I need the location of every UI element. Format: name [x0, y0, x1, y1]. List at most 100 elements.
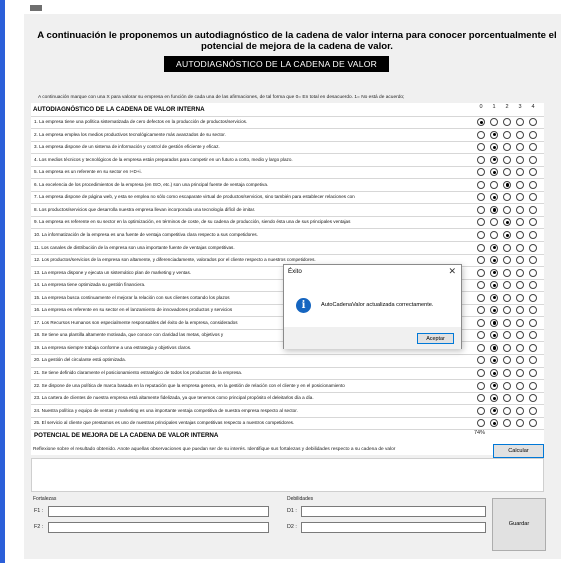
rating-radio-0[interactable] — [477, 343, 485, 352]
rating-radio-1[interactable] — [490, 155, 498, 164]
rating-radio-0[interactable] — [477, 318, 485, 327]
rating-radio-0[interactable] — [477, 268, 485, 277]
row-divider — [31, 228, 544, 230]
row-divider — [31, 178, 544, 180]
rating-radio-0[interactable] — [477, 406, 485, 415]
rating-radio-2[interactable] — [503, 369, 511, 377]
rating-radio-0[interactable] — [477, 130, 485, 139]
rating-radio-1[interactable] — [490, 256, 498, 265]
rating-radio-1[interactable] — [490, 118, 498, 126]
rating-radio-2[interactable] — [503, 406, 511, 415]
rating-radio-4[interactable] — [529, 293, 537, 302]
ok-button[interactable]: Aceptar — [417, 333, 454, 344]
row-divider — [31, 241, 544, 242]
rating-radio-3[interactable] — [516, 256, 524, 265]
rating-radio-0[interactable] — [477, 205, 485, 214]
rating-radio-2[interactable] — [503, 130, 511, 139]
f1-input[interactable] — [48, 506, 269, 517]
rating-radio-4[interactable] — [529, 130, 537, 139]
rating-radio-1[interactable] — [490, 318, 498, 327]
rating-radio-4[interactable] — [529, 381, 537, 390]
d1-input[interactable] — [301, 506, 486, 517]
rating-radio-4[interactable] — [529, 256, 537, 265]
rating-radio-2[interactable] — [503, 268, 511, 277]
reflection-label: Reflexione sobre el resultado obtenido. … — [33, 447, 396, 452]
rating-radio-4[interactable] — [529, 369, 537, 377]
row-divider — [31, 153, 544, 155]
rating-radio-1[interactable] — [490, 243, 498, 252]
rating-radio-3[interactable] — [516, 406, 524, 415]
success-dialog: Éxito ✕ i AutoCadenaValor actualizada co… — [283, 264, 462, 349]
rating-radio-0[interactable] — [477, 381, 485, 390]
rating-radio-3[interactable] — [516, 381, 524, 390]
statement-text: 2. La empresa emplea los medios producti… — [34, 131, 226, 137]
scale-label-0: 0 — [479, 104, 483, 110]
rating-radio-1[interactable] — [490, 343, 498, 352]
rating-radio-0[interactable] — [477, 293, 485, 302]
statement-text: 24. Nuestra política y equipo de ventas … — [34, 407, 298, 413]
rating-radio-0[interactable] — [477, 256, 485, 265]
rating-radio-3[interactable] — [516, 318, 524, 327]
row-divider — [31, 353, 544, 355]
save-button[interactable]: Guardar — [492, 498, 546, 551]
rating-radio-0[interactable] — [477, 230, 485, 239]
rating-radio-4[interactable] — [529, 343, 537, 352]
rating-radio-1[interactable] — [490, 268, 498, 277]
dialog-message: AutoCadenaValor actualizada correctament… — [321, 302, 434, 308]
window-edge-strip — [0, 0, 5, 563]
rating-radio-2[interactable] — [503, 256, 511, 265]
rating-radio-4[interactable] — [529, 243, 537, 252]
rating-radio-1[interactable] — [490, 230, 498, 239]
rating-radio-4[interactable] — [529, 318, 537, 327]
rating-radio-4[interactable] — [529, 180, 537, 189]
rating-radio-0[interactable] — [477, 243, 485, 252]
rating-radio-3[interactable] — [516, 205, 524, 214]
rating-radio-2[interactable] — [503, 230, 511, 239]
rating-radio-3[interactable] — [516, 343, 524, 352]
rating-radio-2[interactable] — [503, 343, 511, 352]
reflection-textarea[interactable] — [31, 458, 544, 492]
rating-radio-2[interactable] — [503, 118, 511, 126]
statement-text: 4. Los medios técnicos y tecnológicos de… — [34, 156, 293, 162]
rating-radio-1[interactable] — [490, 369, 498, 377]
rating-radio-4[interactable] — [529, 205, 537, 214]
calculate-button[interactable]: Calcular — [493, 444, 544, 458]
rating-radio-1[interactable] — [490, 293, 498, 302]
rating-radio-3[interactable] — [516, 118, 524, 126]
row-divider — [31, 404, 544, 406]
rating-radio-1[interactable] — [490, 406, 498, 415]
rating-radio-3[interactable] — [516, 130, 524, 139]
rating-radio-3[interactable] — [516, 180, 524, 189]
d2-input[interactable] — [301, 522, 486, 533]
rating-radio-4[interactable] — [529, 268, 537, 277]
f2-input[interactable] — [48, 522, 269, 533]
rating-radio-0[interactable] — [477, 180, 485, 189]
rating-radio-2[interactable] — [503, 180, 511, 189]
rating-radio-3[interactable] — [516, 369, 524, 377]
close-icon[interactable]: ✕ — [448, 266, 456, 276]
rating-radio-2[interactable] — [503, 205, 511, 214]
rating-radio-0[interactable] — [477, 155, 485, 164]
rating-radio-2[interactable] — [503, 318, 511, 327]
rating-radio-4[interactable] — [529, 155, 537, 164]
rating-radio-0[interactable] — [477, 369, 485, 377]
rating-radio-2[interactable] — [503, 293, 511, 302]
rating-radio-3[interactable] — [516, 243, 524, 252]
weaknesses-label: Debilidades — [287, 496, 314, 502]
rating-radio-2[interactable] — [503, 381, 511, 390]
rating-radio-4[interactable] — [529, 230, 537, 239]
rating-radio-1[interactable] — [490, 205, 498, 214]
rating-radio-3[interactable] — [516, 268, 524, 277]
rating-radio-2[interactable] — [503, 243, 511, 252]
rating-radio-2[interactable] — [503, 155, 511, 164]
rating-radio-1[interactable] — [490, 130, 498, 139]
rating-radio-4[interactable] — [529, 406, 537, 415]
row-divider — [31, 253, 544, 255]
rating-radio-1[interactable] — [490, 381, 498, 390]
rating-radio-3[interactable] — [516, 155, 524, 164]
rating-radio-4[interactable] — [529, 118, 537, 126]
rating-radio-3[interactable] — [516, 293, 524, 302]
rating-radio-3[interactable] — [516, 230, 524, 239]
rating-radio-0[interactable] — [477, 118, 485, 126]
rating-radio-1[interactable] — [490, 180, 498, 189]
